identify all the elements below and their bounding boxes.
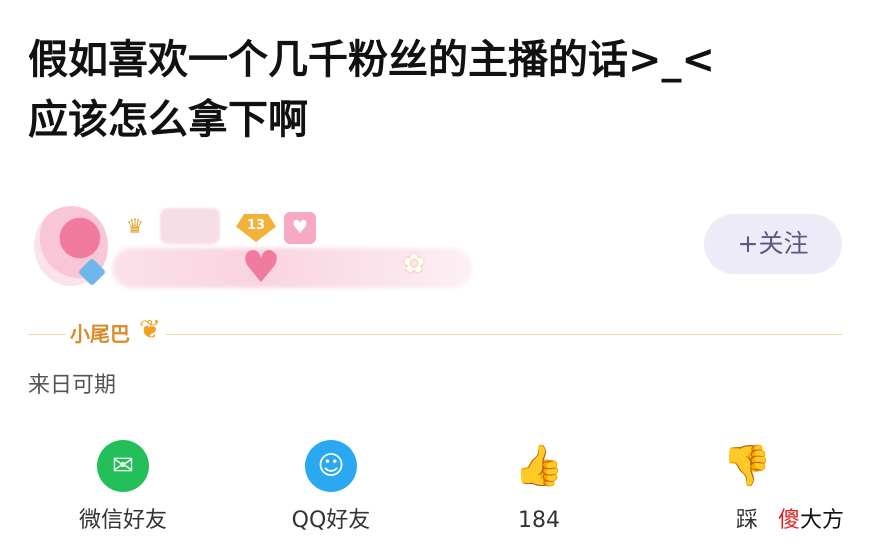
level-badge: 13	[236, 214, 276, 242]
thumbs-down-icon: 👎	[722, 443, 772, 489]
flower-icon: ✿	[403, 249, 425, 279]
share-wechat-label: 微信好友	[78, 508, 167, 533]
like-count: 184	[518, 508, 560, 533]
medal-icon: ♥	[284, 212, 316, 244]
share-qq-label: QQ好友	[291, 508, 371, 533]
share-qq-button[interactable]: ☺ QQ好友	[266, 440, 396, 536]
flame-icon: ❦	[139, 315, 161, 345]
tail-label: 小尾巴	[70, 322, 130, 346]
crown-icon: ♛	[126, 214, 144, 238]
like-button[interactable]: 👍 184	[474, 440, 604, 536]
tail-divider-right	[166, 334, 842, 335]
wechat-icon: ✉	[97, 440, 149, 492]
level-number: 13	[246, 218, 266, 233]
share-wechat-button[interactable]: ✉ 微信好友	[58, 440, 188, 536]
tail-text: 来日可期	[28, 373, 117, 398]
watermark: 傻大方	[778, 506, 844, 536]
follow-button[interactable]: +关注	[704, 214, 842, 274]
heart-icon: ♥	[241, 242, 281, 293]
watermark-part2: 大方	[800, 508, 845, 533]
thumbs-up-icon: 👍	[514, 443, 564, 489]
post-title: 假如喜欢一个几千粉丝的主播的话>_< 应该怎么拿下啊	[28, 37, 716, 143]
qq-icon: ☺	[305, 440, 357, 492]
tail-divider-left	[28, 334, 66, 335]
author-name-blurred[interactable]	[160, 208, 220, 244]
watermark-part1: 傻	[778, 508, 801, 533]
